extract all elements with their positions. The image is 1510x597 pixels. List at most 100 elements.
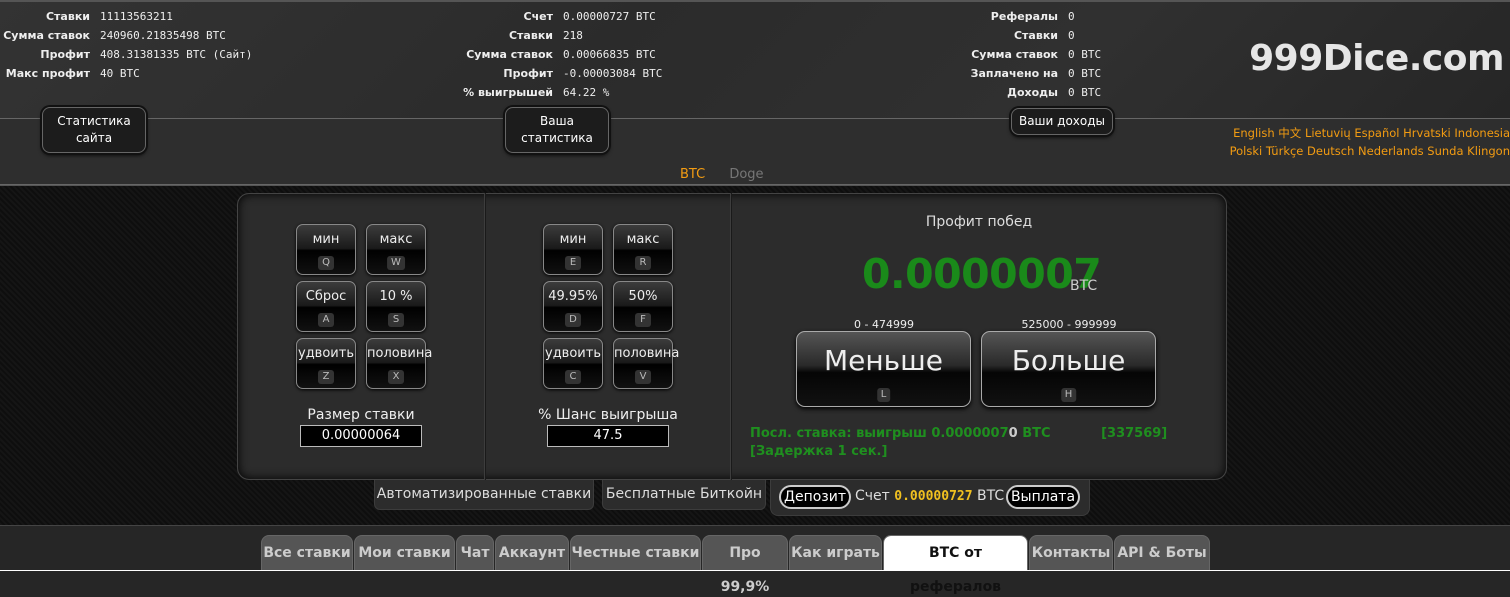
stat-value: 218 [563, 29, 583, 42]
stat-value: 40 BTC [100, 67, 140, 80]
shortcut-key: C [565, 370, 581, 384]
stat-value: 0 BTC [1068, 86, 1102, 99]
shortcut-key: W [387, 256, 405, 270]
tab-all-bets[interactable]: Все ставки [261, 535, 353, 570]
divider [0, 118, 1510, 119]
account-unit: BTC [977, 488, 1005, 504]
tab-about-999[interactable]: Про 99,9% [702, 535, 788, 595]
bet-10-percent-button[interactable]: 10 % S [366, 281, 426, 332]
button-label: мин [312, 232, 340, 247]
auto-bet-tab[interactable]: Автоматизированные ставки [374, 480, 594, 510]
currency-tabs: BTC Doge [680, 167, 784, 182]
tab-doge[interactable]: Doge [729, 167, 763, 182]
profit-title: Профит побед [925, 214, 1033, 230]
stat-label: Профит [503, 67, 553, 80]
shortcut-key: X [388, 370, 404, 384]
stat-label: Ставки [508, 29, 553, 42]
chance-50-button[interactable]: 50% F [613, 281, 673, 332]
stat-label: Профит [40, 48, 90, 61]
button-label: Меньше [823, 344, 944, 377]
roll-low-button[interactable]: Меньше L [796, 331, 971, 407]
chance-4995-button[interactable]: 49.95% D [543, 281, 603, 332]
button-label: половина [367, 346, 433, 361]
bet-max-button[interactable]: макс W [366, 224, 426, 275]
divider [484, 193, 486, 480]
stat-label: Ставки [45, 10, 90, 23]
last-bet-unit: BTC [1017, 426, 1051, 441]
profit-amount: 0.0000007 [862, 250, 1102, 298]
shortcut-key: R [635, 256, 651, 270]
chance-half-button[interactable]: половина V [613, 338, 680, 389]
button-label: 10 % [379, 289, 413, 304]
divider [0, 570, 1510, 571]
button-label: Сброс [305, 289, 347, 304]
language-list[interactable]: English 中文 Lietuvių Español Hrvatski Ind… [1230, 124, 1510, 142]
stat-label: Сумма ставок [466, 48, 553, 61]
tab-api-bots[interactable]: API & Боты [1114, 535, 1210, 570]
stat-label: Ставки [1013, 29, 1058, 42]
tab-how-to-play[interactable]: Как играть [789, 535, 882, 570]
shortcut-key: H [1060, 388, 1077, 402]
button-label: половина [614, 346, 680, 361]
bet-min-button[interactable]: мин Q [296, 224, 356, 275]
your-stats-table: Счет 0.00000727 BTC Ставки 218 Сумма ставо… [400, 7, 662, 102]
stat-value: 11113563211 [100, 10, 173, 23]
stat-label: Доходы [1007, 86, 1058, 99]
language-selector[interactable]: English 中文 Lietuvių Español Hrvatski Ind… [1230, 124, 1510, 160]
tab-btc[interactable]: BTC [680, 167, 705, 182]
stat-label: Рефералы [990, 10, 1058, 23]
button-label: мин [559, 232, 587, 247]
language-list[interactable]: Polski Türkçe Deutsch Nederlands Sunda K… [1230, 142, 1510, 160]
site-stats-button[interactable]: Статистика сайта [42, 107, 146, 153]
site-logo[interactable]: 999Dice.com [1249, 38, 1504, 79]
chance-min-button[interactable]: мин E [543, 224, 603, 275]
stat-value: 408.31381335 BTC (Сайт) [100, 48, 253, 61]
button-label: 49.95% [548, 289, 598, 304]
roll-high-range: 525000 - 999999 [1021, 318, 1117, 331]
bet-reset-button[interactable]: Сброс A [296, 281, 356, 332]
stat-value: 240960.21835498 BTC [100, 29, 226, 42]
shortcut-key: Z [318, 370, 334, 384]
shortcut-key: V [635, 370, 651, 384]
stat-value: 0.00066835 BTC [563, 48, 656, 61]
shortcut-key: L [876, 388, 891, 402]
tab-chat[interactable]: Чат [456, 535, 494, 570]
shortcut-key: Q [318, 256, 334, 270]
button-label: макс [626, 232, 660, 247]
roll-low-range: 0 - 474999 [854, 318, 914, 331]
free-bitcoin-tab[interactable]: Бесплатные Биткойн [602, 480, 766, 510]
divider [730, 193, 732, 480]
referral-stats-table: Рефералы 0 Ставки 0 Сумма ставок 0 BTC Запл… [900, 7, 1101, 102]
win-chance-input[interactable]: 47.5 [547, 425, 669, 447]
deposit-button[interactable]: Депозит [779, 485, 851, 509]
tab-btc-referrals[interactable]: BTC от рефералов [883, 535, 1028, 595]
your-stats-button[interactable]: Ваша статистика [505, 107, 609, 153]
chance-double-button[interactable]: удвоить C [543, 338, 603, 389]
bet-half-button[interactable]: половина X [366, 338, 433, 389]
tab-my-bets[interactable]: Мои ставки [354, 535, 455, 570]
stat-value: 64.22 % [563, 86, 610, 99]
tab-fair-bets[interactable]: Честные ставки [570, 535, 701, 570]
shortcut-key: S [388, 313, 404, 327]
last-bet-text: Посл. ставка: выигрыш 0.0000007 [750, 426, 1009, 441]
last-bet-zero: 0 [1008, 426, 1018, 441]
chance-max-button[interactable]: макс R [613, 224, 673, 275]
tab-account[interactable]: Аккаунт [495, 535, 569, 570]
bet-size-label: Размер ставки [307, 407, 415, 423]
shortcut-key: D [565, 313, 581, 327]
your-earnings-button[interactable]: Ваши доходы [1011, 108, 1113, 135]
tab-contacts[interactable]: Контакты [1029, 535, 1113, 570]
stat-value: 0 BTC [1068, 48, 1102, 61]
roll-high-button[interactable]: Больше H [981, 331, 1156, 407]
bet-double-button[interactable]: удвоить Z [296, 338, 356, 389]
stat-value: -0.00003084 BTC [563, 67, 663, 80]
button-label: удвоить [298, 346, 354, 361]
account-label: Счет [855, 488, 890, 504]
account-amount: 0.00000727 [894, 489, 973, 504]
stat-label: % выигрышей [463, 86, 553, 99]
bet-size-input[interactable]: 0.00000064 [300, 425, 422, 447]
profit-unit: BTC [1070, 278, 1098, 294]
stat-label: Сумма ставок [3, 29, 90, 42]
last-bet-result: Посл. ставка: выигрыш 0.00000070 BTC [33… [750, 425, 1220, 461]
withdraw-button[interactable]: Выплата [1006, 485, 1080, 509]
